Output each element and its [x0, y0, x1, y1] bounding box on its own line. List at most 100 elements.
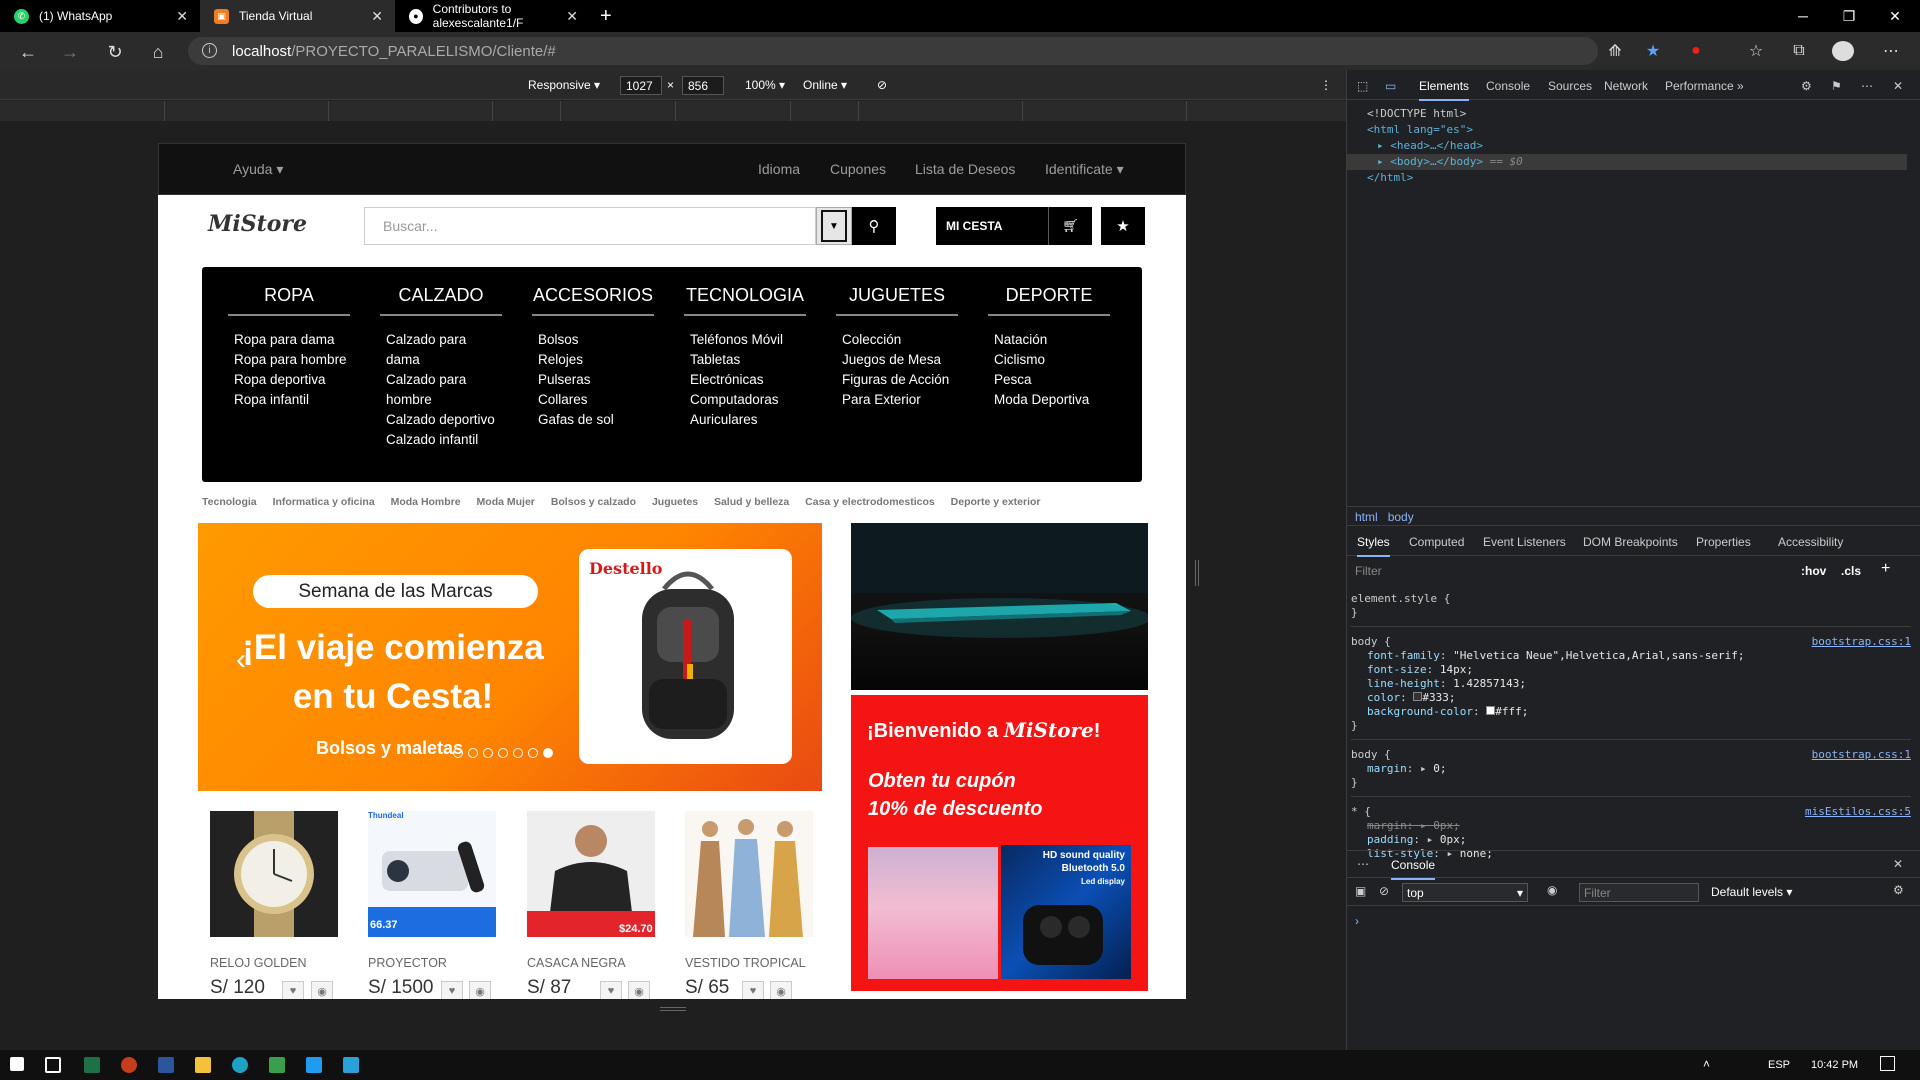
menu-heading[interactable]: JUGUETES	[836, 285, 958, 316]
live-expression-eye-icon[interactable]: ◉	[1547, 883, 1557, 897]
search-input[interactable]: Buscar...	[364, 207, 816, 245]
menu-item[interactable]: Ciclismo	[988, 350, 1110, 370]
menu-item[interactable]: Colección	[836, 330, 958, 350]
rule-selector[interactable]: element.style {	[1351, 592, 1911, 606]
login-menu[interactable]: Identificate ▾	[1045, 161, 1124, 178]
category-link[interactable]: Juguetes	[652, 496, 698, 508]
clear-console-icon[interactable]: ⊘	[1379, 884, 1389, 898]
subtab-properties[interactable]: Properties	[1696, 535, 1751, 549]
search-category-dropdown[interactable]: ▼	[816, 207, 852, 245]
home-icon[interactable]: ⌂	[146, 40, 170, 64]
menu-item[interactable]: Ropa para hombre	[228, 350, 350, 370]
minimize-icon[interactable]: ─	[1780, 0, 1826, 32]
menu-item[interactable]: Tabletas	[684, 350, 806, 370]
tray-chevron-icon[interactable]: ˄	[1703, 1057, 1710, 1071]
menu-item[interactable]: Ropa para dama	[228, 330, 350, 350]
restore-icon[interactable]: ❐	[1826, 0, 1872, 32]
favorites-icon[interactable]: ☆	[1745, 41, 1767, 61]
close-tab-icon[interactable]: ✕	[371, 8, 383, 25]
more-tabs-icon[interactable]: »	[1737, 79, 1744, 93]
menu-item[interactable]: Computadoras	[684, 390, 806, 410]
menu-heading[interactable]: ACCESORIOS	[532, 285, 654, 316]
wishlist-link[interactable]: Lista de Deseos	[915, 161, 1015, 177]
subtab-accessibility[interactable]: Accessibility	[1778, 535, 1843, 549]
task-view-icon[interactable]	[45, 1057, 61, 1073]
category-link[interactable]: Tecnologia	[202, 496, 257, 508]
powerpoint-icon[interactable]	[121, 1057, 137, 1073]
category-link[interactable]: Moda Hombre	[391, 496, 461, 508]
hov-toggle[interactable]: :hov	[1801, 564, 1826, 578]
carousel-dot[interactable]	[528, 748, 538, 758]
url-bar[interactable]: i localhost/PROYECTO_PARALELISMO/Cliente…	[188, 37, 1598, 65]
tab-github[interactable]: ● Contributors to alexescalante1/F ✕	[395, 0, 590, 32]
css-property[interactable]: margin: ▸ 0px;	[1351, 819, 1911, 833]
css-property[interactable]: margin: ▸ 0;	[1351, 762, 1911, 776]
close-devtools-icon[interactable]: ✕	[1893, 79, 1903, 93]
taskbar-clock[interactable]: 10:42 PM	[1811, 1059, 1858, 1071]
translate-icon[interactable]: ⟰	[1604, 41, 1626, 61]
rule-source-link[interactable]: bootstrap.css:1	[1812, 748, 1911, 762]
device-mode-select[interactable]: Responsive ▾	[528, 78, 600, 92]
add-rule-icon[interactable]: +	[1881, 560, 1890, 578]
search-button[interactable]: ⚲	[852, 207, 896, 245]
carousel-dot[interactable]	[498, 748, 508, 758]
css-property[interactable]: padding: ▸ 0px;	[1351, 833, 1911, 847]
menu-item[interactable]: Calzado infantil	[380, 430, 502, 450]
crumb-html[interactable]: html	[1355, 510, 1378, 524]
carousel-prev-icon[interactable]: ‹	[236, 643, 246, 677]
carousel-dot[interactable]	[453, 748, 463, 758]
crumb-body[interactable]: body	[1388, 510, 1414, 524]
tab-elements[interactable]: Elements	[1419, 79, 1470, 101]
info-icon[interactable]: i	[202, 43, 217, 58]
product-card[interactable]: VESTIDO TROPICAL S/ 65 ♥ ◉	[685, 811, 813, 999]
css-property[interactable]: line-height: 1.42857143;	[1351, 677, 1911, 691]
menu-item[interactable]: Figuras de Acción	[836, 370, 958, 390]
tab-sources[interactable]: Sources	[1548, 79, 1592, 93]
console-filter-input[interactable]: Filter	[1579, 883, 1699, 902]
close-tab-icon[interactable]: ✕	[566, 8, 578, 25]
carousel-dot[interactable]	[483, 748, 493, 758]
menu-item[interactable]: Natación	[988, 330, 1110, 350]
vscode-icon[interactable]	[306, 1057, 322, 1073]
eye-icon[interactable]: ◉	[628, 981, 650, 999]
carousel-dot[interactable]	[513, 748, 523, 758]
dom-head[interactable]: ▸ <head>…</head>	[1367, 138, 1907, 154]
menu-item[interactable]: Relojes	[532, 350, 654, 370]
dom-html-close[interactable]: </html>	[1367, 170, 1907, 186]
menu-item[interactable]: Calzado para dama	[380, 330, 502, 370]
cls-toggle[interactable]: .cls	[1841, 564, 1861, 578]
category-link[interactable]: Moda Mujer	[477, 496, 535, 508]
subtab-computed[interactable]: Computed	[1409, 535, 1464, 549]
close-drawer-icon[interactable]: ✕	[1893, 857, 1903, 871]
feedback-icon[interactable]: ⚑	[1831, 79, 1842, 93]
dom-body[interactable]: ▸ <body>…</body> == $0	[1347, 154, 1907, 170]
phone-banner[interactable]	[851, 523, 1148, 690]
resize-handle-right[interactable]	[1195, 560, 1199, 586]
menu-heading[interactable]: CALZADO	[380, 285, 502, 316]
category-link[interactable]: Salud y belleza	[714, 496, 789, 508]
file-explorer-icon[interactable]	[195, 1057, 211, 1073]
zoom-select[interactable]: 100% ▾	[745, 78, 785, 92]
carousel-dot[interactable]	[543, 748, 553, 758]
tab-performance[interactable]: Performance	[1665, 79, 1734, 93]
reload-icon[interactable]: ↻	[103, 40, 127, 64]
close-tab-icon[interactable]: ✕	[176, 8, 188, 25]
carousel-next-icon[interactable]: ›	[760, 643, 770, 677]
tab-console[interactable]: Console	[1486, 79, 1530, 93]
menu-item[interactable]: Bolsos	[532, 330, 654, 350]
devtools-menu-icon[interactable]: ⋯	[1861, 79, 1873, 93]
heart-icon[interactable]: ♥	[742, 981, 764, 999]
category-link[interactable]: Casa y electrodomesticos	[805, 496, 935, 508]
menu-item[interactable]: Auriculares	[684, 410, 806, 430]
menu-heading[interactable]: DEPORTE	[988, 285, 1110, 316]
network-select[interactable]: Online ▾	[803, 78, 847, 92]
menu-heading[interactable]: TECNOLOGIA	[684, 285, 806, 316]
edge-icon[interactable]	[232, 1057, 248, 1073]
menu-item[interactable]: Teléfonos Móvil	[684, 330, 806, 350]
css-property[interactable]: background-color: #fff;	[1351, 705, 1911, 719]
favorite-star-icon[interactable]: ★	[1642, 41, 1664, 61]
dom-html-open[interactable]: <html lang="es">	[1367, 122, 1907, 138]
subtab-styles[interactable]: Styles	[1357, 535, 1390, 557]
eye-icon[interactable]: ◉	[469, 981, 491, 999]
rule-source-link[interactable]: bootstrap.css:1	[1812, 635, 1911, 649]
